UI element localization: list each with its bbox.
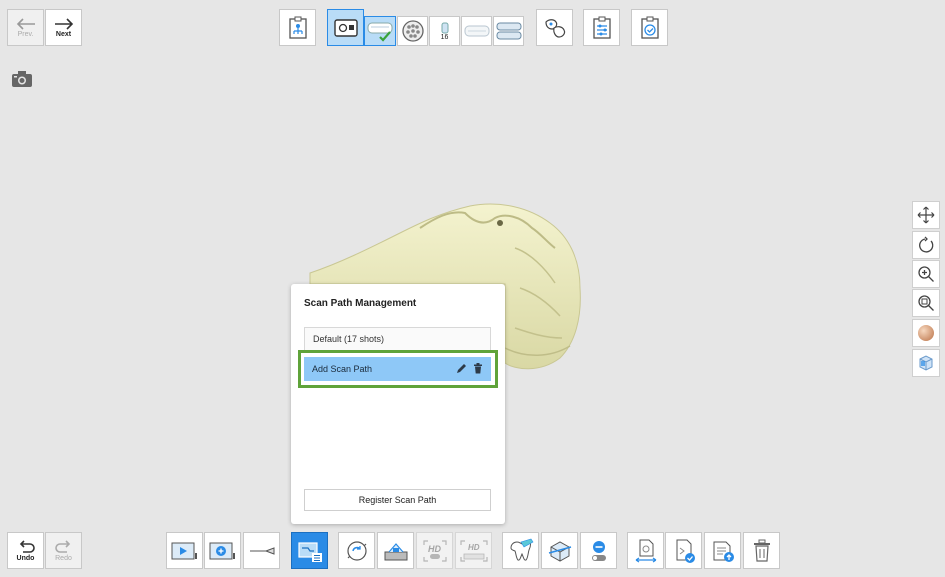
holes-plate-icon [401,20,424,42]
tooth-die-icon [441,22,448,33]
texture-button[interactable] [912,319,940,347]
complete-clipboard-button[interactable] [631,9,668,46]
export-data-button[interactable] [627,532,664,569]
scan-path-management-button[interactable] [291,532,328,569]
trash-icon[interactable] [473,363,483,374]
redo-label: Redo [55,554,72,562]
scan-path-item-add[interactable]: Add Scan Path [304,357,491,381]
send-doc-icon [713,541,734,562]
undo-label: Undo [16,554,35,562]
trash-icon [753,539,770,562]
zoom-fit-icon [918,295,934,311]
model-align-icon [544,18,565,38]
redo-button[interactable]: Redo [45,532,82,569]
scan-stage-scanner-button[interactable] [327,9,364,46]
play-scan-icon [171,542,197,559]
arrow-left-icon [16,17,35,30]
scan-probe-button[interactable] [243,532,280,569]
jaw-check-icon [367,22,393,42]
sliders-clipboard-icon [592,16,611,39]
rotation-icon [346,540,367,561]
tooth-number: 16 [440,33,449,41]
scan-stage-plate-button[interactable] [397,16,428,46]
hd-off-button[interactable]: HD [416,532,453,569]
zoom-fit-button[interactable] [912,289,940,317]
zoom-in-icon [918,266,934,282]
upper-arch-icon [464,25,489,37]
cube-icon [919,355,933,371]
scan-path-management-panel: Scan Path Management Default (17 shots) … [291,284,505,524]
undo-icon [19,539,35,553]
rotate-icon [919,236,934,253]
model-align-button[interactable] [536,9,573,46]
camera-icon [12,71,32,87]
send-data-button[interactable] [704,532,741,569]
scan-path-label: Default (17 shots) [313,334,385,344]
edit-icon[interactable] [456,363,467,374]
hd-off-icon: HD [422,539,447,562]
settings-clipboard-button[interactable] [583,9,620,46]
section-cube-icon [548,540,571,562]
next-button[interactable]: Next [45,9,82,46]
panel-title: Scan Path Management [304,298,417,309]
undo-button[interactable]: Undo [7,532,44,569]
scan-stage-occlusion-button[interactable] [493,16,524,46]
clipboard-tree-icon [288,16,307,39]
add-scan-icon [209,542,235,559]
scanner-icon [333,18,358,37]
check-clipboard-icon [640,16,659,39]
register-scan-path-button[interactable]: Register Scan Path [304,489,491,511]
svg-text:HD: HD [468,543,480,552]
export-doc-icon [635,539,656,562]
scan-stage-tooth-button[interactable]: 16 [429,16,460,46]
screenshot-button[interactable] [11,70,33,93]
svg-text:HD: HD [428,544,441,554]
scan-area-icon [384,542,407,560]
delete-data-button[interactable] [743,532,780,569]
zoom-in-button[interactable] [912,260,940,288]
texture-sphere-icon [918,325,934,341]
remove-toggle-button[interactable] [580,532,617,569]
rotation-scan-button[interactable] [338,532,375,569]
tooth-brush-button[interactable] [502,532,539,569]
occlusion-icon [496,22,521,40]
save-data-button[interactable] [665,532,702,569]
rotate-button[interactable] [912,231,940,259]
next-label: Next [55,30,72,38]
probe-icon [249,546,274,555]
scan-area-button[interactable] [377,532,414,569]
start-scan-button[interactable] [166,532,203,569]
minus-toggle-icon [591,540,606,561]
prev-button[interactable]: Prev. [7,9,44,46]
hd-teeth-off-button[interactable]: HD [455,532,492,569]
scan-path-label: Add Scan Path [312,364,373,374]
pan-button[interactable] [912,201,940,229]
tooth-brush-icon [509,538,533,561]
section-view-button[interactable] [541,532,578,569]
prev-label: Prev. [17,30,34,38]
move-icon [917,206,935,224]
scan-stage-maxilla-button[interactable] [364,16,396,46]
arrow-right-icon [54,17,73,30]
view-direction-button[interactable] [912,349,940,377]
scan-path-item-default[interactable]: Default (17 shots) [304,327,491,351]
redo-icon [54,539,70,553]
hd-teeth-off-icon: HD [459,539,488,562]
scan-path-list-icon [297,541,322,562]
additional-scan-button[interactable] [204,532,241,569]
scan-stage-upper-button[interactable] [461,16,492,46]
workflow-button[interactable] [279,9,316,46]
save-doc-icon [676,539,695,563]
